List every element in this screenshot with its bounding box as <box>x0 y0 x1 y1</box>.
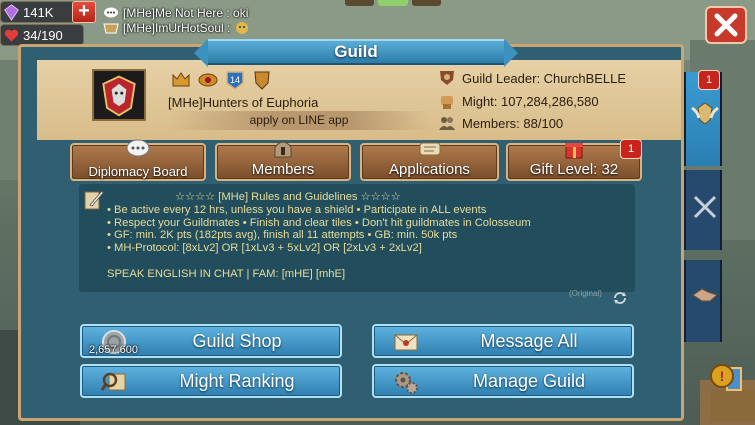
chat-bubble-icon <box>104 7 118 18</box>
sidebar-tab-alliance[interactable] <box>684 260 722 342</box>
gems-value: 141K <box>23 4 54 20</box>
gift-notification-badge: 1 <box>620 139 642 159</box>
health-value: 34/190 <box>23 27 63 43</box>
page-dot <box>345 0 375 6</box>
might-ranking-button[interactable]: Might Ranking <box>80 364 342 398</box>
guild-members: Members: 88/100 <box>438 114 563 132</box>
level-badge-value: 14 <box>230 75 240 85</box>
page-dot <box>411 0 441 6</box>
chat-line[interactable]: [MHe]Me Not Here : oki <box>103 6 248 20</box>
svg-text:!: ! <box>720 368 725 384</box>
emoji-icon <box>236 22 249 34</box>
health-counter: 34/190 <box>0 24 84 46</box>
crown-badge-icon[interactable] <box>170 69 192 91</box>
guild-message: apply on LINE app <box>168 111 430 130</box>
fist-icon <box>441 96 453 109</box>
quill-edit-icon[interactable] <box>84 189 104 211</box>
might-ranking-label: Might Ranking <box>179 371 295 391</box>
close-button[interactable] <box>704 5 748 45</box>
scroll-icon <box>419 142 440 156</box>
crossed-swords-icon <box>693 195 717 219</box>
guild-wings-icon <box>691 102 719 125</box>
guild-might-text: Might: 107,284,286,580 <box>462 93 599 109</box>
guild-chat-icon <box>103 23 119 34</box>
rules-line: • Be active every 12 hrs, unless you hav… <box>107 203 487 216</box>
rules-title: ☆☆☆☆ [MHe] Rules and Guidelines ☆☆☆☆ <box>175 191 401 203</box>
handshake-icon <box>692 288 718 302</box>
rules-line: • MH-Protocol: [8xLv2] OR [1xLv3 + 5xLv2… <box>107 242 422 255</box>
guild-emblem <box>92 69 146 121</box>
guild-leader-text: Guild Leader: ChurchBELLE <box>462 70 627 86</box>
translate-icon[interactable] <box>612 290 628 306</box>
gift-level-label: Gift Level: 32 <box>529 161 619 178</box>
chat-line[interactable]: [MHe]ImUrHotSoul : <box>103 21 250 35</box>
alert-rank-icon[interactable]: ! <box>705 360 755 422</box>
rules-line: • Respect your Guildmates • Finish and c… <box>107 216 531 229</box>
guild-members-text: Members: 88/100 <box>462 115 564 131</box>
guild-shop-label: Guild Shop <box>192 331 282 351</box>
guild-coins-count: 2,657,600 <box>89 344 138 356</box>
envelope-icon <box>394 334 418 351</box>
sidebar-tab-war[interactable] <box>684 170 722 250</box>
buy-gems-button[interactable]: + <box>72 1 96 23</box>
shield-badge-icon[interactable] <box>251 69 273 91</box>
applications-label: Applications <box>389 161 470 178</box>
page-dot-active <box>378 0 408 6</box>
rules-line: SPEAK ENGLISH IN CHAT | FAM: [mHE] [mhE] <box>107 267 346 280</box>
members-button[interactable]: Members <box>215 141 351 181</box>
chat-text: [MHe]Me Not Here : oki <box>123 6 249 20</box>
diplomacy-board-button[interactable]: Diplomacy Board <box>70 139 206 181</box>
original-label: (Original) <box>569 289 602 298</box>
guild-might: Might: 107,284,286,580 <box>438 92 599 110</box>
guild-badges: 14 <box>170 69 273 91</box>
magnifier-scroll-icon <box>100 372 126 391</box>
gem-icon <box>4 4 19 21</box>
message-all-label: Message All <box>480 331 578 351</box>
level-badge-icon[interactable]: 14 <box>224 69 246 91</box>
applications-button[interactable]: Applications <box>360 142 499 181</box>
guild-name: [MHe]Hunters of Euphoria <box>168 95 319 110</box>
gears-icon <box>395 372 418 394</box>
guild-leader[interactable]: Guild Leader: ChurchBELLE <box>438 69 626 87</box>
message-all-button[interactable]: Message All <box>372 324 634 358</box>
heart-icon <box>4 29 19 42</box>
manage-guild-button[interactable]: Manage Guild <box>372 364 634 398</box>
leader-shield-icon <box>440 71 454 85</box>
rules-line <box>107 255 607 268</box>
guild-rules-text: ☆☆☆☆ [MHe] Rules and Guidelines ☆☆☆☆ • B… <box>107 191 607 281</box>
members-icon <box>439 117 455 130</box>
wings-badge-icon[interactable] <box>197 69 219 91</box>
speech-bubble-icon <box>126 139 150 157</box>
rules-line: • GF: min. 2K pts (182pts avg), finish a… <box>107 229 458 242</box>
manage-guild-label: Manage Guild <box>472 371 586 391</box>
page-title: Guild <box>194 39 518 67</box>
members-label: Members <box>251 161 315 178</box>
helmet-icon <box>274 141 292 158</box>
chat-text: [MHe]ImUrHotSoul : <box>123 21 231 35</box>
gift-icon <box>565 143 583 159</box>
page-indicator <box>345 0 441 6</box>
diplomacy-board-label: Diplomacy Board <box>88 164 188 179</box>
guild-tab-notification-badge: 1 <box>698 70 720 90</box>
